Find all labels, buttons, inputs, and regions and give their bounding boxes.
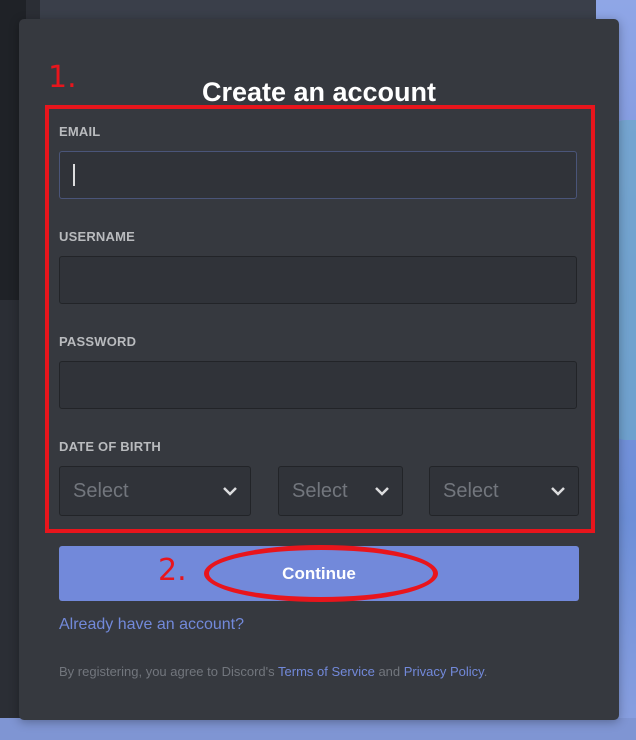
login-link[interactable]: Already have an account? — [59, 616, 244, 634]
annotation-form-box — [45, 105, 595, 533]
terms-text: By registering, you agree to Discord's T… — [59, 664, 487, 679]
annotation-continue-oval — [204, 545, 438, 602]
privacy-policy-link[interactable]: Privacy Policy — [404, 664, 484, 679]
background-bottom — [0, 718, 636, 740]
page-title: Create an account — [201, 77, 437, 107]
terms-of-service-link[interactable]: Terms of Service — [278, 664, 375, 679]
terms-suffix: . — [483, 664, 488, 679]
terms-and: and — [374, 664, 404, 679]
terms-prefix: By registering, you agree to Discord's — [59, 664, 279, 679]
annotation-step-1: 1. — [48, 60, 77, 95]
annotation-step-2: 2. — [158, 553, 187, 588]
